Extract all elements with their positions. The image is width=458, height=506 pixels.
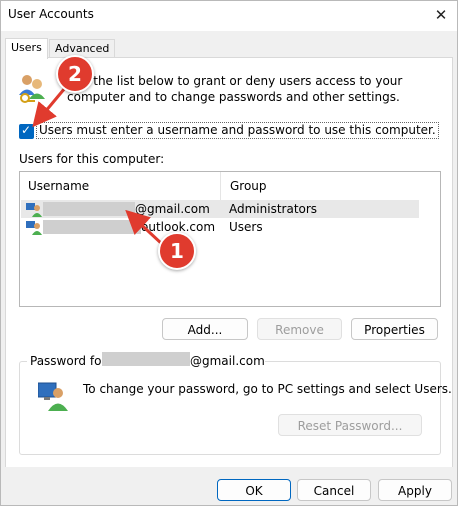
tab-users[interactable]: Users — [5, 38, 48, 59]
cancel-button[interactable]: Cancel — [297, 479, 371, 501]
redacted-password-user — [102, 352, 190, 366]
window-title: User Accounts — [8, 7, 94, 21]
redacted-username — [43, 220, 141, 234]
require-password-label[interactable]: Users must enter a username and password… — [36, 122, 439, 139]
group-text: Users — [229, 220, 263, 234]
close-icon[interactable]: ✕ — [429, 3, 453, 27]
annotation-badge-1: 1 — [158, 232, 196, 270]
intro-text: Use the list below to grant or deny user… — [67, 74, 403, 104]
ok-button[interactable]: OK — [217, 479, 291, 501]
pc-user-icon — [38, 382, 68, 411]
password-groupbox — [19, 361, 441, 455]
username-text: @gmail.com — [135, 202, 210, 216]
tab-bar: Users Advanced — [1, 31, 457, 59]
apply-button[interactable]: Apply — [378, 479, 452, 501]
properties-button[interactable]: Properties — [351, 318, 438, 340]
require-password-checkbox[interactable] — [19, 123, 34, 139]
password-for-email: @gmail.com — [190, 354, 265, 368]
users-icon — [19, 75, 45, 103]
annotation-badge-2: 2 — [56, 55, 94, 93]
users-section-label: Users for this computer: — [19, 152, 165, 166]
password-for-label: Password for — [27, 354, 110, 368]
column-header-username[interactable]: Username — [20, 172, 221, 200]
group-text: Administrators — [229, 202, 318, 216]
title-bar: User Accounts ✕ — [1, 1, 457, 31]
users-list[interactable]: Username Group @gmail.com Administrators… — [19, 171, 441, 307]
user-row[interactable]: @gmail.com Administrators — [21, 200, 419, 218]
password-help-text: To change your password, go to PC settin… — [83, 382, 452, 396]
tab-advanced[interactable]: Advanced — [49, 39, 116, 58]
remove-button[interactable]: Remove — [257, 318, 342, 340]
reset-password-button[interactable]: Reset Password... — [278, 414, 422, 436]
dialog-footer: OK Cancel Apply — [1, 467, 457, 505]
user-icon — [26, 203, 42, 217]
column-header-group[interactable]: Group — [222, 172, 420, 200]
redacted-username — [43, 202, 135, 216]
user-row[interactable]: outlook.com Users — [21, 218, 419, 236]
add-button[interactable]: Add... — [162, 318, 248, 340]
user-icon — [26, 221, 42, 235]
